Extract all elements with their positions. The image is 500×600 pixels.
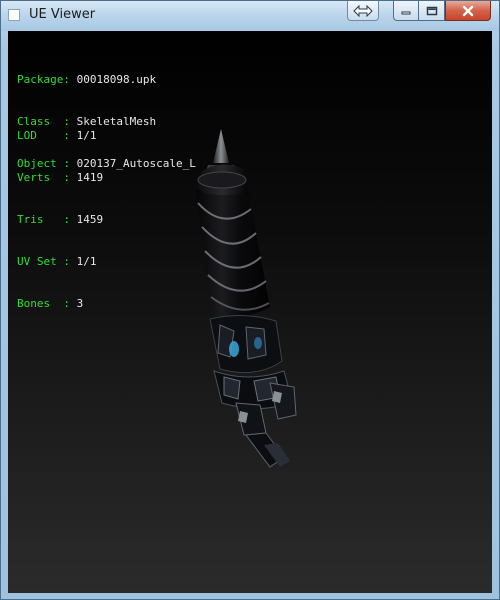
double-arrow-icon xyxy=(353,4,373,17)
skeletal-mesh-render xyxy=(196,129,297,468)
maximize-icon xyxy=(426,6,437,15)
title-bar[interactable]: UE Viewer xyxy=(1,1,499,31)
close-icon xyxy=(462,5,474,16)
app-icon[interactable] xyxy=(8,9,20,21)
minimize-button[interactable] xyxy=(393,1,419,21)
window-title: UE Viewer xyxy=(29,7,96,22)
app-window: UE Viewer Package: 00018098.upk Class: … xyxy=(0,0,500,600)
restore-arrows-button[interactable] xyxy=(347,1,379,21)
minimize-icon xyxy=(401,11,411,14)
render-viewport[interactable]: Package: 00018098.upk Class : SkeletalMe… xyxy=(8,31,492,593)
maximize-button[interactable] xyxy=(419,1,445,21)
close-button[interactable] xyxy=(445,1,491,21)
